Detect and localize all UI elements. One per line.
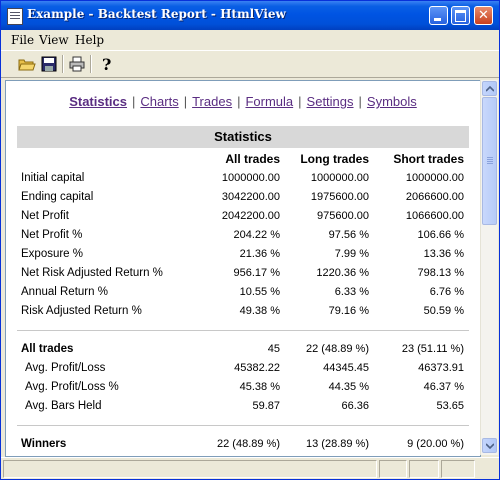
- menu-file[interactable]: File: [11, 33, 34, 47]
- stat-row: Exposure % 21.36 % 7.99 % 13.36 %: [21, 248, 464, 260]
- open-folder-icon[interactable]: [17, 54, 37, 74]
- print-icon[interactable]: [67, 54, 87, 74]
- report-nav: Statistics | Charts | Trades | Formula | Setting…: [69, 94, 417, 109]
- menu-help[interactable]: Help: [75, 33, 104, 47]
- nav-link-settings[interactable]: Settings: [307, 94, 354, 109]
- status-pane: [379, 460, 407, 478]
- stat-row: Net Risk Adjusted Return % 956.17 % 1220.3…: [21, 267, 464, 279]
- menu-view[interactable]: View: [39, 33, 69, 47]
- close-icon: ✕: [478, 8, 489, 23]
- stat-row: Net Profit 2042200.00 975600.00 1066600.00: [21, 210, 464, 222]
- status-bar: [1, 457, 499, 479]
- svg-text:?: ?: [102, 55, 111, 74]
- save-icon[interactable]: [39, 54, 59, 74]
- resize-grip-icon[interactable]: [477, 460, 497, 478]
- title-bar[interactable]: Example - Backtest Report - HtmlView ✕: [1, 1, 499, 30]
- menu-bar: File View Help: [1, 30, 499, 51]
- status-pane: [3, 460, 377, 478]
- nav-link-trades[interactable]: Trades: [192, 94, 232, 109]
- nav-link-formula[interactable]: Formula: [245, 94, 293, 109]
- stat-row: Annual Return % 10.55 % 6.33 % 6.76 %: [21, 286, 464, 298]
- minimize-button[interactable]: [429, 6, 448, 25]
- stat-row: All trades 45 22 (48.89 %) 23 (51.11 %): [21, 343, 464, 355]
- nav-link-charts[interactable]: Charts: [140, 94, 178, 109]
- window-title: Example - Backtest Report - HtmlView: [27, 7, 286, 21]
- nav-link-symbols[interactable]: Symbols: [367, 94, 417, 109]
- stat-row: Avg. Profit/Loss 45382.22 44345.45 46373.91: [25, 362, 464, 374]
- app-window: Example - Backtest Report - HtmlView ✕ F…: [0, 0, 500, 480]
- statistics-heading: Statistics: [17, 126, 469, 148]
- toolbar: ?: [1, 51, 499, 78]
- column-header-long-trades: Long trades: [300, 152, 369, 166]
- vertical-scrollbar[interactable]: [480, 80, 498, 455]
- nav-link-statistics[interactable]: Statistics: [69, 94, 127, 109]
- scroll-thumb[interactable]: [482, 97, 497, 225]
- status-pane: [441, 460, 475, 478]
- document-icon: [7, 8, 23, 25]
- section-divider: [17, 330, 469, 331]
- chevron-down-icon: [486, 443, 494, 449]
- stat-row: Avg. Bars Held 59.87 66.36 53.65: [25, 400, 464, 412]
- help-icon[interactable]: ?: [97, 54, 117, 74]
- maximize-button[interactable]: [451, 6, 470, 25]
- scroll-down-button[interactable]: [482, 438, 497, 453]
- stat-row: Ending capital 3042200.00 1975600.00 206660…: [21, 191, 464, 203]
- column-header-short-trades: Short trades: [393, 152, 464, 166]
- column-header-all-trades: All trades: [225, 152, 280, 166]
- stat-row: Initial capital 1000000.00 1000000.00 10000…: [21, 172, 464, 184]
- status-pane: [409, 460, 439, 478]
- stat-row: Winners 22 (48.89 %) 13 (28.89 %) 9 (20.00 …: [21, 438, 464, 450]
- stat-row: Risk Adjusted Return % 49.38 % 79.16 % 50.5…: [21, 305, 464, 317]
- scroll-up-button[interactable]: [482, 81, 497, 96]
- section-divider: [17, 425, 469, 426]
- stat-row: Net Profit % 204.22 % 97.56 % 106.66 %: [21, 229, 464, 241]
- report-view: Statistics | Charts | Trades | Formula | Setting…: [5, 80, 481, 457]
- close-button[interactable]: ✕: [474, 6, 493, 25]
- chevron-up-icon: [486, 86, 494, 92]
- stat-row: Avg. Profit/Loss % 45.38 % 44.35 % 46.37 %: [25, 381, 464, 393]
